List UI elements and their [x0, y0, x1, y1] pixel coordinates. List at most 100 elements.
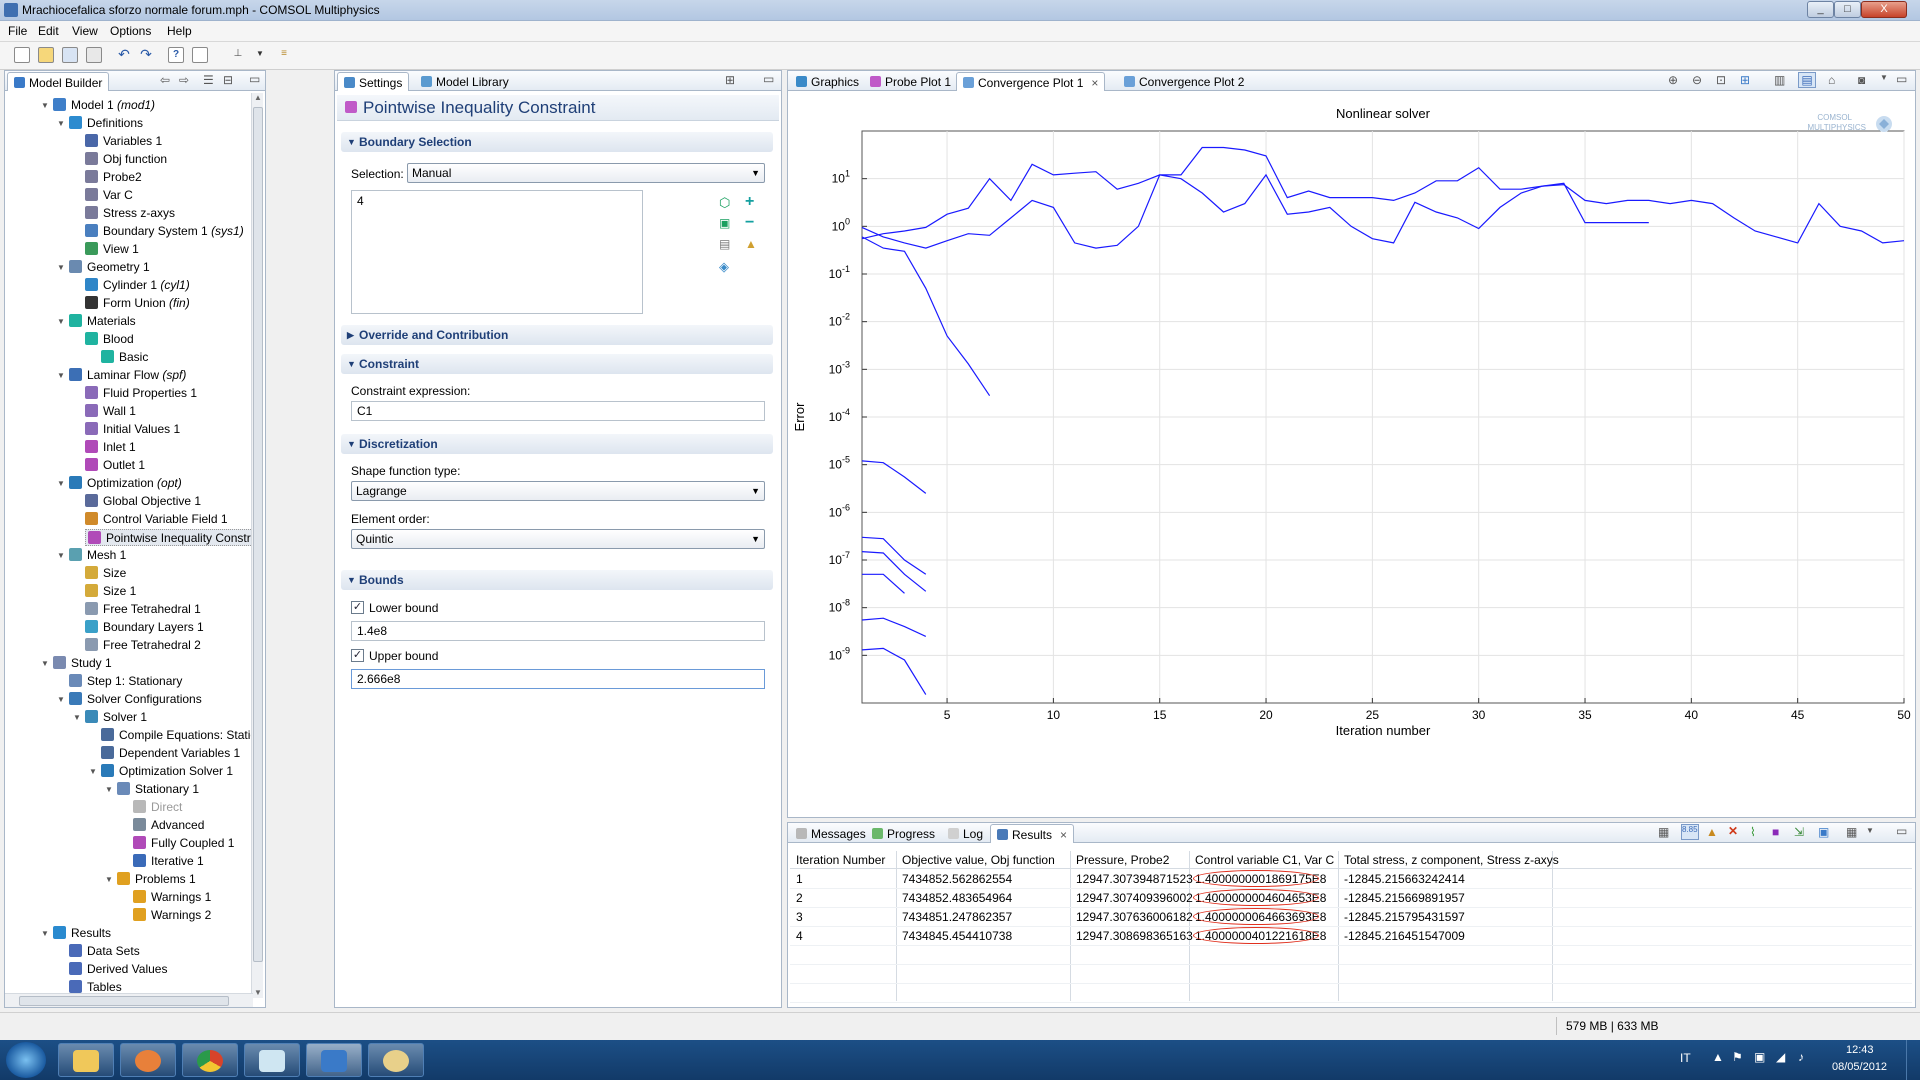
taskbar-paint[interactable]	[368, 1043, 424, 1077]
layout-icon[interactable]: ≡	[276, 47, 292, 63]
menu-view[interactable]: View	[72, 24, 98, 38]
taskbar-comsol[interactable]	[306, 1043, 362, 1077]
tree-node[interactable]: Size 1	[85, 583, 136, 600]
tree-node[interactable]: Cylinder 1 (cyl1)	[85, 277, 190, 294]
selection-dropdown[interactable]: Manual ▼	[407, 163, 765, 183]
tree-node[interactable]: Solver 1	[85, 709, 147, 726]
tree-node[interactable]: Boundary Layers 1	[85, 619, 204, 636]
constraint-expression-field[interactable]: C1	[351, 401, 765, 421]
minimize-panel-icon[interactable]: ▭	[1896, 824, 1907, 838]
scroll-up-icon[interactable]: ▲	[253, 93, 263, 107]
tree-node[interactable]: Warnings 1	[133, 889, 211, 906]
minus-icon[interactable]: −	[745, 214, 754, 232]
upper-bound-checkbox[interactable]: ✓	[351, 649, 364, 662]
new-file-icon[interactable]	[14, 47, 30, 63]
axis-icon[interactable]: ▤	[1798, 72, 1816, 88]
table-row[interactable]: 3 7434851.247862357 12947.307636006182 1.40…	[790, 908, 1912, 927]
tree-node[interactable]: Advanced	[133, 817, 204, 834]
column-header[interactable]: Total stress, z component, Stress z-axys	[1344, 853, 1559, 867]
clock-date[interactable]: 08/05/2012	[1832, 1061, 1887, 1073]
tab-probe-plot-1[interactable]: Probe Plot 1	[864, 72, 957, 91]
column-header[interactable]: Iteration Number	[796, 853, 885, 867]
taskbar-chrome[interactable]	[182, 1043, 238, 1077]
tab-convergence-plot-1[interactable]: Convergence Plot 1 ×	[956, 72, 1106, 91]
section-discretization[interactable]: ▼ Discretization	[341, 434, 773, 454]
tab-progress[interactable]: Progress	[866, 824, 941, 843]
flag-icon[interactable]: ⚑	[1732, 1050, 1743, 1064]
table-dropdown-icon[interactable]: ▼	[1866, 826, 1874, 835]
tree-node[interactable]: Stress z-axys	[85, 205, 175, 222]
print-icon[interactable]	[86, 47, 102, 63]
tree-expand-icon[interactable]: ▼	[57, 691, 65, 708]
tree-node[interactable]: Mesh 1	[69, 547, 126, 564]
tree-node[interactable]: Var C	[85, 187, 133, 204]
tray-arrow-icon[interactable]: ▲	[1712, 1050, 1724, 1064]
camera-dropdown-icon[interactable]: ▼	[1880, 73, 1888, 82]
language-indicator[interactable]: IT	[1680, 1051, 1691, 1065]
start-button[interactable]	[6, 1042, 46, 1078]
lock-icon[interactable]: ⌂	[1828, 73, 1835, 87]
menu-options[interactable]: Options	[110, 24, 151, 38]
tab-results[interactable]: Results ×	[990, 824, 1075, 843]
taskbar-notepad[interactable]	[244, 1043, 300, 1077]
clear-selection-icon[interactable]: ▲	[745, 237, 757, 251]
paste-selection-icon[interactable]: ▤	[719, 237, 730, 251]
dropdown-arrow-icon[interactable]: ▼	[252, 47, 268, 63]
section-constraint[interactable]: ▼ Constraint	[341, 354, 773, 374]
tree-node[interactable]: Warnings 2	[133, 907, 211, 924]
tree-scroll-thumb[interactable]	[253, 107, 263, 962]
minimize-panel-icon[interactable]: ▭	[1896, 72, 1907, 86]
selection-list-item[interactable]: 4	[357, 194, 364, 208]
volume-icon[interactable]: ♪	[1798, 1050, 1804, 1064]
tree-node[interactable]: Data Sets	[69, 943, 140, 960]
tree-node[interactable]: Direct	[133, 799, 182, 816]
lower-bound-field[interactable]: 1.4e8	[351, 621, 765, 641]
close-tab-icon[interactable]: ×	[1091, 76, 1098, 90]
tree-node[interactable]: Initial Values 1	[85, 421, 180, 438]
zoom-box-icon[interactable]: ⊡	[1716, 73, 1726, 87]
plot-icon[interactable]: ⌇	[1750, 825, 1756, 839]
grid-icon[interactable]: ▥	[1774, 73, 1785, 87]
show-icon[interactable]: ☰	[203, 73, 214, 87]
tree-node[interactable]: Control Variable Field 1	[85, 511, 228, 528]
menu-edit[interactable]: Edit	[38, 24, 59, 38]
table-view-icon[interactable]: ▦	[1846, 825, 1857, 839]
column-header[interactable]: Pressure, Probe2	[1076, 853, 1169, 867]
tree-expand-icon[interactable]: ▼	[57, 367, 65, 384]
tree-expand-icon[interactable]: ▼	[57, 313, 65, 330]
shape-function-dropdown[interactable]: Lagrange ▼	[351, 481, 765, 501]
section-bounds[interactable]: ▼ Bounds	[341, 570, 773, 590]
tab-log[interactable]: Log	[942, 824, 989, 843]
upper-bound-field[interactable]: 2.666e8	[351, 669, 765, 689]
tree-expand-icon[interactable]: ▼	[73, 709, 81, 726]
close-button[interactable]: X	[1861, 1, 1907, 18]
clear-icon[interactable]: ▲	[1706, 825, 1718, 839]
zoom-extents-icon[interactable]: ⊞	[1740, 73, 1750, 87]
column-header[interactable]: Control variable C1, Var C	[1195, 853, 1334, 867]
tree-expand-icon[interactable]: ▼	[105, 781, 113, 798]
tree-expand-icon[interactable]: ▼	[105, 871, 113, 888]
save-icon[interactable]	[62, 47, 78, 63]
zoom-out-icon[interactable]: ⊖	[1692, 73, 1702, 87]
tree-horizontal-scrollbar[interactable]	[5, 993, 253, 1007]
close-tab-icon[interactable]: ×	[1060, 828, 1067, 842]
tree-expand-icon[interactable]: ▼	[41, 925, 49, 942]
scroll-down-icon[interactable]: ▼	[253, 988, 263, 1000]
tree-node[interactable]: Pointwise Inequality Constraint 1	[85, 529, 253, 546]
tree-expand-icon[interactable]: ▼	[57, 475, 65, 492]
tree-expand-icon[interactable]: ▼	[89, 763, 97, 780]
tree-node[interactable]: Blood	[85, 331, 134, 348]
copy-selection-icon[interactable]: ▣	[719, 216, 730, 230]
plus-icon[interactable]: +	[745, 193, 754, 211]
element-order-dropdown[interactable]: Quintic ▼	[351, 529, 765, 549]
minimize-button[interactable]: _	[1807, 1, 1834, 18]
tab-model-builder[interactable]: Model Builder	[7, 72, 110, 91]
tree-node[interactable]: Model 1 (mod1)	[53, 97, 155, 114]
tree-node[interactable]: Wall 1	[85, 403, 136, 420]
show-desktop-button[interactable]	[1906, 1040, 1920, 1080]
tree-node[interactable]: Laminar Flow (spf)	[69, 367, 186, 384]
undo-icon[interactable]: ↶	[116, 47, 132, 63]
tree-node[interactable]: Fluid Properties 1	[85, 385, 197, 402]
collapse-all-icon[interactable]: ⊟	[223, 73, 233, 87]
tree-node[interactable]: Derived Values	[69, 961, 167, 978]
